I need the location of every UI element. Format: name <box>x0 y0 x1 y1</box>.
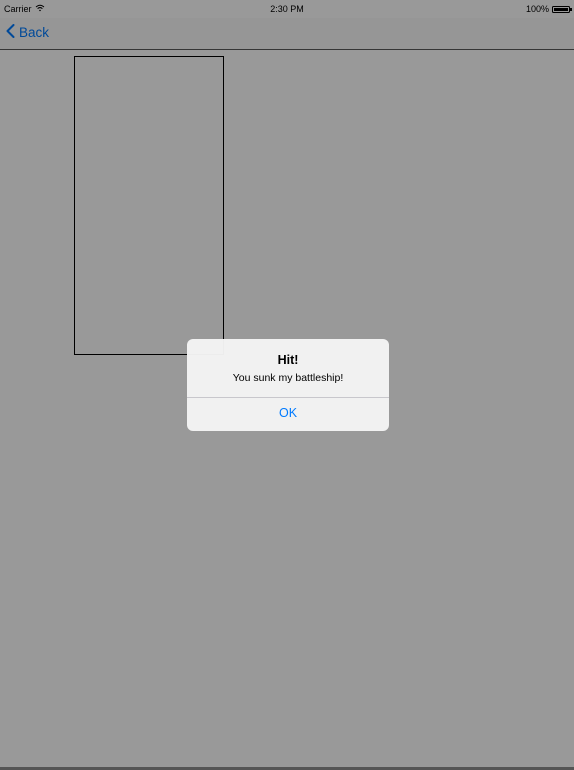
alert-ok-button[interactable]: OK <box>187 398 389 431</box>
alert-message: You sunk my battleship! <box>232 372 344 384</box>
alert-dialog: Hit! You sunk my battleship! OK <box>187 339 389 431</box>
alert-title: Hit! <box>277 353 299 367</box>
